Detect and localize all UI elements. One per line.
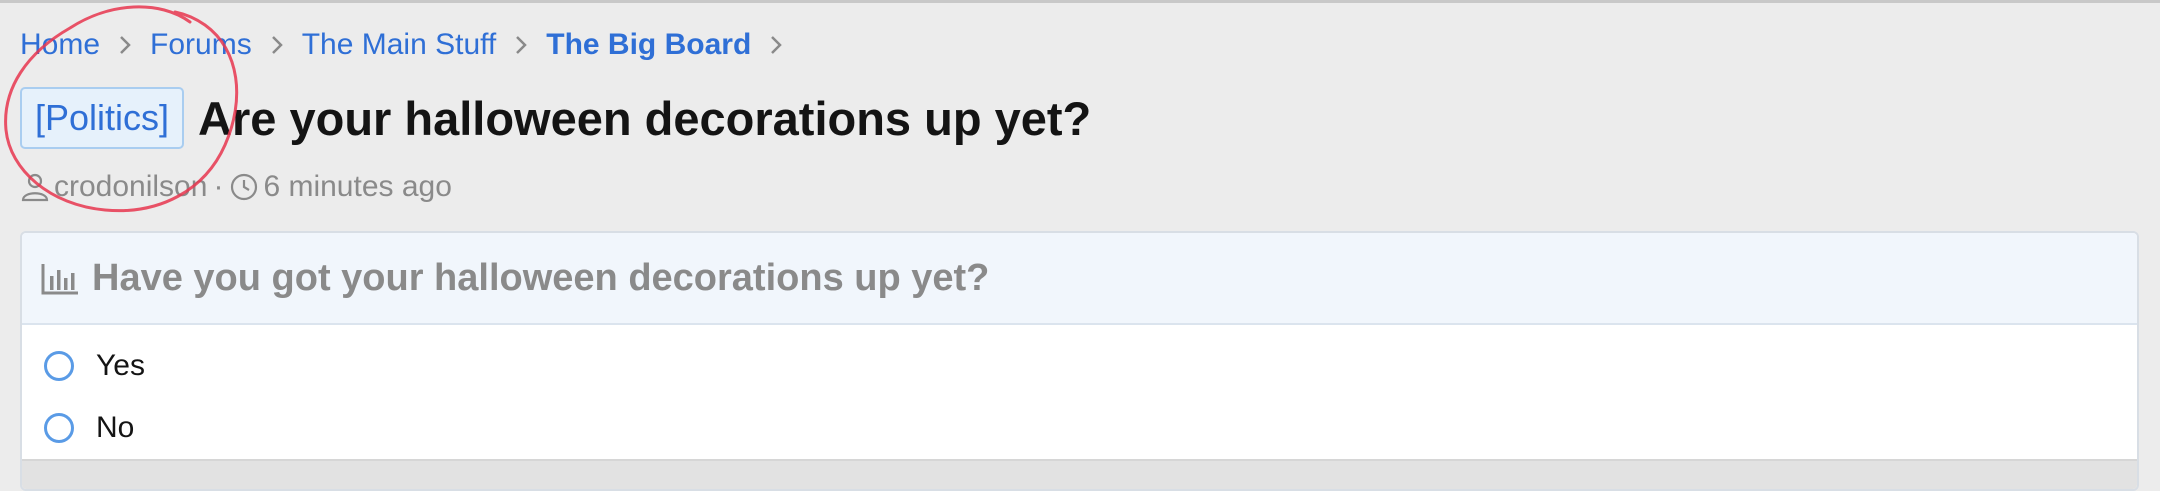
- breadcrumb-home[interactable]: Home: [20, 28, 100, 62]
- thread-time-link[interactable]: 6 minutes ago: [263, 170, 451, 204]
- thread-title-row: [Politics] Are your halloween decoration…: [20, 86, 1091, 150]
- chevron-right-icon: [506, 33, 536, 57]
- breadcrumb-big-board[interactable]: The Big Board: [546, 28, 751, 62]
- bar-chart-icon: [40, 258, 80, 298]
- poll-radio-no[interactable]: [44, 413, 74, 443]
- meta-separator: ·: [213, 170, 224, 203]
- thread-author-link[interactable]: crodonilson: [54, 170, 207, 204]
- chevron-right-icon: [110, 33, 140, 57]
- poll-block: Have you got your halloween decorations …: [20, 231, 2139, 491]
- thread-prefix-label[interactable]: [Politics]: [20, 87, 185, 149]
- poll-option-label: Yes: [96, 349, 145, 382]
- poll-options: Yes No: [22, 325, 2137, 459]
- user-icon: [20, 172, 50, 202]
- poll-option-no[interactable]: No: [22, 397, 2137, 459]
- clock-icon: [229, 172, 259, 202]
- thread-meta: crodonilson · 6 minutes ago: [20, 166, 452, 208]
- thread-title: Are your halloween decorations up yet?: [198, 91, 1092, 145]
- breadcrumb-main-stuff[interactable]: The Main Stuff: [302, 28, 497, 62]
- top-divider: [0, 0, 2160, 3]
- breadcrumb-forums[interactable]: Forums: [150, 28, 252, 62]
- poll-option-yes[interactable]: Yes: [22, 335, 2137, 397]
- chevron-right-icon: [761, 33, 791, 57]
- poll-footer: [22, 459, 2137, 489]
- poll-question: Have you got your halloween decorations …: [92, 256, 990, 299]
- poll-option-label: No: [96, 411, 135, 444]
- breadcrumb: Home Forums The Main Stuff The Big Board: [20, 24, 801, 66]
- poll-radio-yes[interactable]: [44, 351, 74, 381]
- poll-header: Have you got your halloween decorations …: [22, 233, 2137, 325]
- chevron-right-icon: [262, 33, 292, 57]
